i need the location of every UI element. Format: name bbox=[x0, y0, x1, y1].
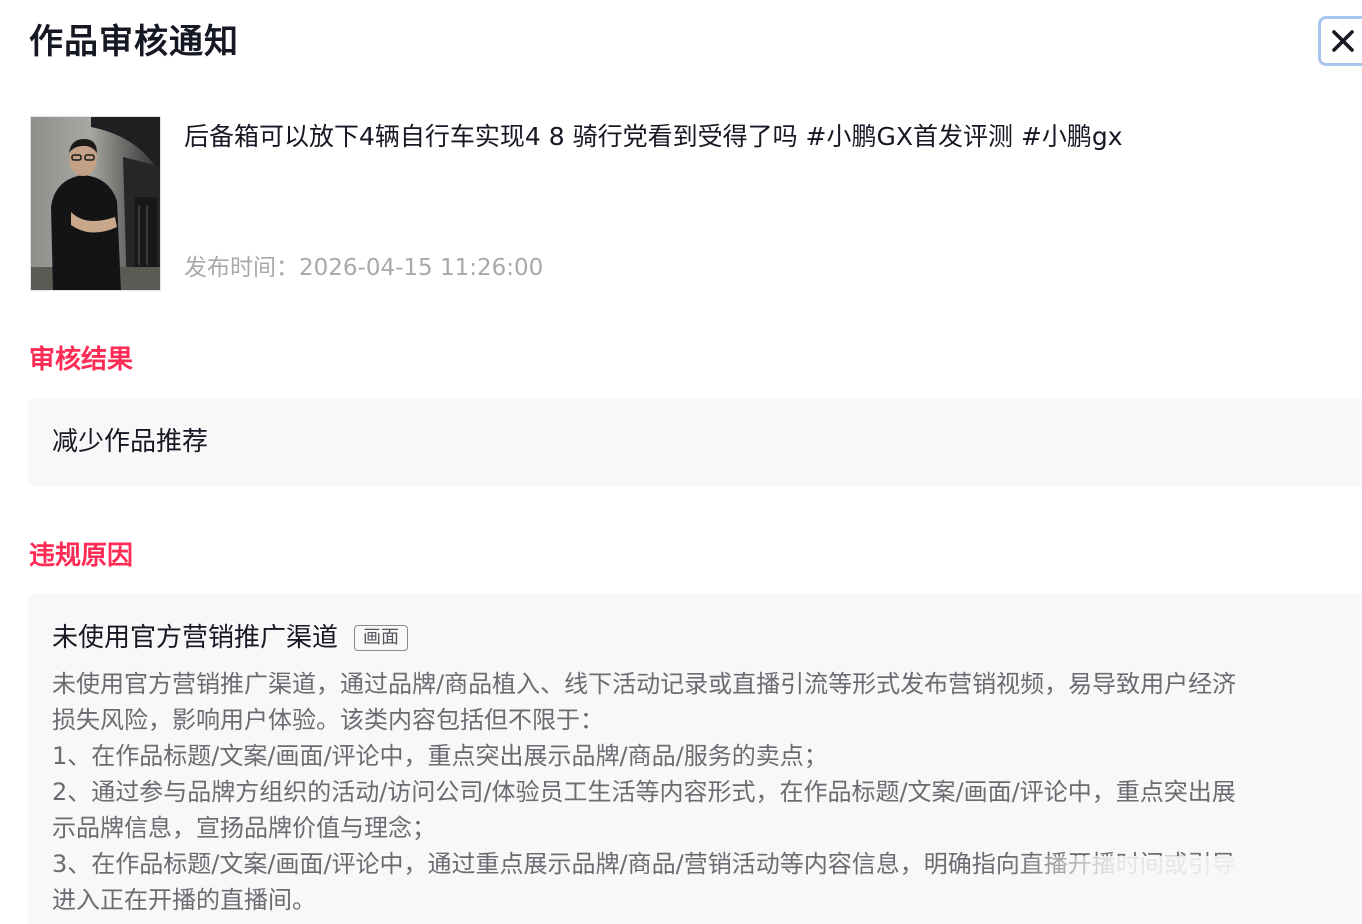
audit-notice-dialog: 作品审核通知 后备箱可以放下4辆自行车实现4 8 骑行党看到受得了吗 #小鹏GX… bbox=[0, 0, 1362, 924]
close-icon bbox=[1331, 30, 1354, 52]
violation-description: 未使用官方营销推广渠道，通过品牌/商品植入、线下活动记录或直播引流等形式发布营销… bbox=[52, 666, 1342, 918]
description-line: 进入正在开播的直播间。 bbox=[52, 886, 316, 914]
violation-reason-heading: 违规原因 bbox=[29, 541, 134, 571]
violation-reason-header: 未使用官方营销推广渠道 画面 bbox=[52, 618, 409, 658]
description-line: 2、通过参与品牌方组织的活动/访问公司/体验员工生活等内容形式，在作品标题/文案… bbox=[52, 778, 1236, 806]
video-title[interactable]: 后备箱可以放下4辆自行车实现4 8 骑行党看到受得了吗 #小鹏GX首发评测 #小… bbox=[184, 116, 1344, 158]
publish-time: 发布时间：2026-04-15 11:26:00 bbox=[184, 248, 543, 288]
violation-reason-name: 未使用官方营销推广渠道 bbox=[52, 623, 339, 653]
video-cover-image bbox=[31, 117, 160, 290]
close-button[interactable] bbox=[1318, 16, 1362, 66]
description-line: 示品牌信息，宣扬品牌价值与理念； bbox=[52, 814, 436, 842]
description-line: 3、在作品标题/文案/画面/评论中，通过重点展示品牌/商品/营销活动等内容信息，… bbox=[52, 850, 1236, 878]
audit-result-heading: 审核结果 bbox=[29, 345, 134, 375]
audit-result-text: 减少作品推荐 bbox=[52, 427, 209, 457]
description-line: 损失风险，影响用户体验。该类内容包括但不限于： bbox=[52, 706, 604, 734]
audit-result-box: 减少作品推荐 bbox=[28, 398, 1362, 486]
publish-time-label: 发布时间： bbox=[184, 255, 299, 281]
dialog-title: 作品审核通知 bbox=[29, 22, 239, 62]
publish-time-value: 2026-04-15 11:26:00 bbox=[299, 255, 544, 281]
description-line: 未使用官方营销推广渠道，通过品牌/商品植入、线下活动记录或直播引流等形式发布营销… bbox=[52, 670, 1237, 698]
video-thumbnail[interactable] bbox=[30, 116, 161, 291]
description-line: 1、在作品标题/文案/画面/评论中，重点突出展示品牌/商品/服务的卖点； bbox=[52, 742, 828, 770]
violation-reason-box: 未使用官方营销推广渠道 画面 未使用官方营销推广渠道，通过品牌/商品植入、线下活… bbox=[28, 594, 1362, 924]
violation-tag: 画面 bbox=[354, 625, 409, 651]
